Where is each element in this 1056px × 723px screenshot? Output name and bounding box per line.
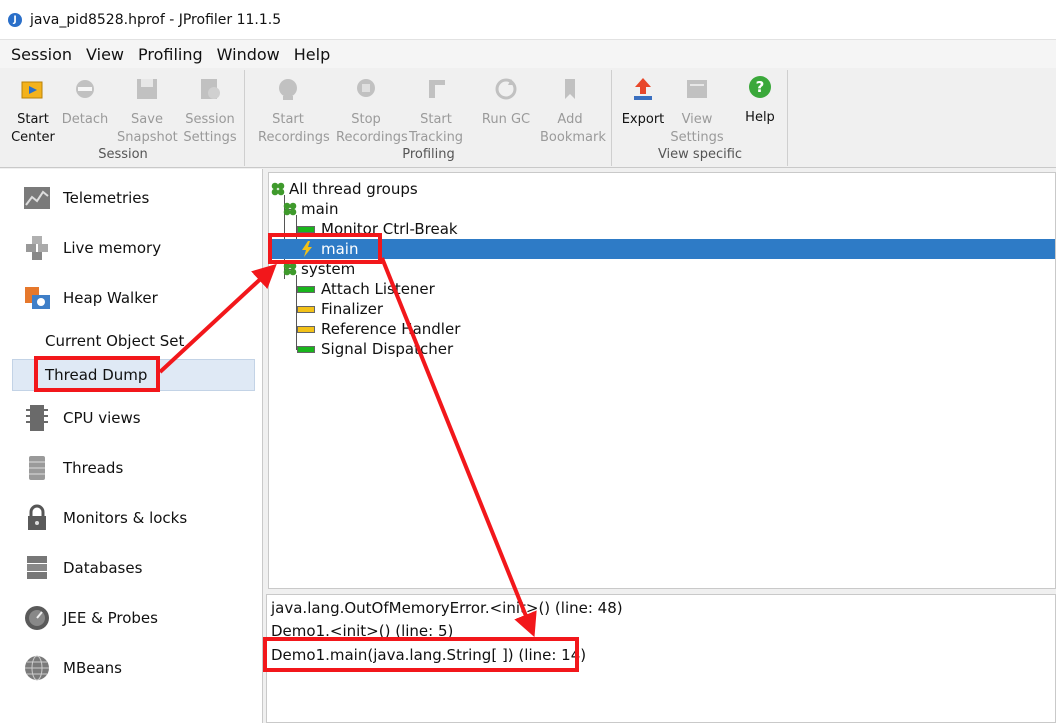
arrow-to-main-thread (158, 263, 277, 374)
arrow-to-stack-frame (380, 257, 537, 638)
annotation-arrows (158, 257, 537, 638)
